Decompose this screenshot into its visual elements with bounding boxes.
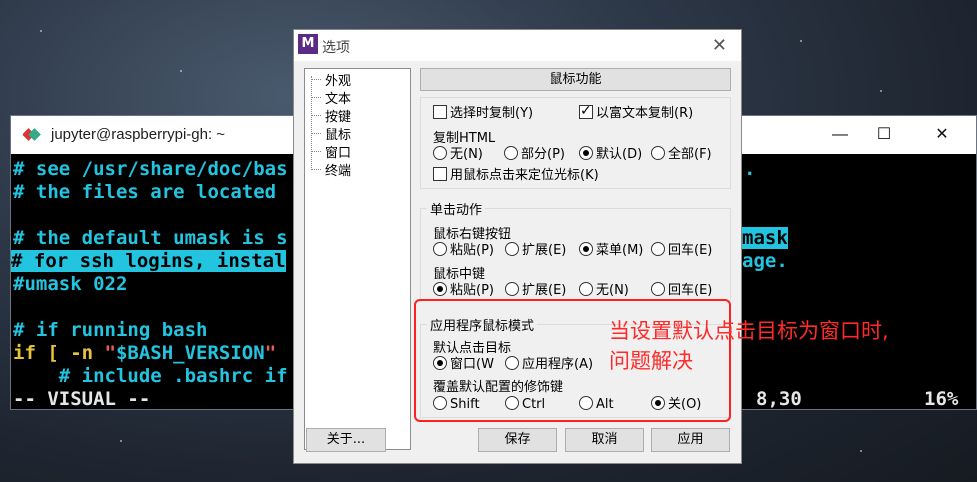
- dialog-titlebar[interactable]: M 选项 ✕: [294, 30, 741, 61]
- copy-html-none-radio[interactable]: 无(N): [433, 146, 483, 164]
- copy-html-full-radio[interactable]: 全部(F): [651, 146, 712, 164]
- minimize-button[interactable]: —: [829, 124, 851, 146]
- apply-button[interactable]: 应用: [651, 428, 730, 452]
- star: [800, 40, 802, 42]
- tree-item-mouse[interactable]: 鼠标: [310, 124, 351, 143]
- close-button[interactable]: ✕: [931, 124, 953, 146]
- terminal-line: # see /usr/share/doc/bas: [13, 158, 288, 180]
- about-button[interactable]: 关于...: [306, 428, 386, 452]
- right-paste-radio[interactable]: 粘贴(P): [433, 242, 494, 260]
- dialog-close-button[interactable]: ✕: [712, 35, 727, 56]
- cancel-button[interactable]: 取消: [565, 428, 644, 452]
- tree-item-appearance[interactable]: 外观: [310, 70, 351, 89]
- terminal-line: # include .bashrc if: [13, 365, 288, 387]
- vim-mode-indicator: -- VISUAL --: [13, 388, 151, 410]
- terminal-fragment: .: [744, 158, 756, 180]
- right-button-label: 鼠标右键按钮: [433, 227, 512, 242]
- star: [880, 90, 882, 92]
- star: [40, 30, 42, 32]
- annotation-text: 当设置默认点击目标为窗口时, 问题解决: [609, 316, 889, 376]
- copy-html-partial-radio[interactable]: 部分(P): [504, 146, 565, 164]
- terminal-line: # the files are located: [13, 181, 277, 203]
- scroll-percent: 16%: [924, 388, 959, 410]
- terminal-line: # if running bash: [13, 319, 208, 341]
- middle-button-label: 鼠标中键: [433, 267, 486, 282]
- middle-paste-radio[interactable]: 粘贴(P): [433, 282, 494, 300]
- maximize-button[interactable]: ☐: [873, 124, 895, 146]
- panel-title: 鼠标功能: [420, 68, 731, 91]
- click-position-cursor-checkbox[interactable]: 用鼠标点击来定位光标(K): [433, 167, 599, 185]
- rich-text-copy-checkbox[interactable]: 以富文本复制(R): [579, 103, 693, 123]
- star: [120, 440, 122, 442]
- dialog-title: 选项: [322, 40, 350, 56]
- category-tree: 外观 文本 按键 鼠标 窗口 终端: [304, 68, 411, 450]
- single-click-group-label: 单击动作: [427, 199, 486, 218]
- terminal-fragment: mask: [742, 227, 788, 249]
- cursor-position: 8,30: [756, 388, 802, 410]
- middle-extend-radio[interactable]: 扩展(E): [505, 282, 566, 300]
- terminal-fragment: age.: [742, 250, 788, 272]
- putty-icon: [23, 128, 41, 141]
- copy-on-select-checkbox[interactable]: 选择时复制(Y): [433, 105, 533, 123]
- terminal-line-selected: # for ssh logins, instal: [11, 250, 286, 272]
- terminal-line: # the default umask is s: [13, 227, 288, 249]
- copy-html-default-radio[interactable]: 默认(D): [579, 146, 642, 164]
- app-logo-icon: M: [298, 34, 318, 54]
- annotation-line-1: 当设置默认点击目标为窗口时,: [609, 319, 889, 343]
- tree-item-keys[interactable]: 按键: [310, 106, 351, 125]
- tree-item-window[interactable]: 窗口: [310, 142, 351, 161]
- tree-connector: [311, 76, 312, 168]
- star: [180, 70, 182, 72]
- copy-html-label: 复制HTML: [433, 131, 496, 146]
- right-extend-radio[interactable]: 扩展(E): [505, 242, 566, 260]
- annotation-line-2: 问题解决: [609, 349, 693, 373]
- tree-item-terminal[interactable]: 终端: [310, 160, 351, 179]
- right-menu-radio[interactable]: 菜单(M): [579, 242, 643, 260]
- middle-enter-radio[interactable]: 回车(E): [651, 282, 712, 300]
- right-enter-radio[interactable]: 回车(E): [651, 242, 712, 260]
- terminal-title: jupyter@raspberrypi-gh: ~: [51, 126, 226, 143]
- star: [860, 450, 862, 452]
- save-button[interactable]: 保存: [478, 428, 557, 452]
- middle-none-radio[interactable]: 无(N): [579, 282, 629, 300]
- terminal-line: #umask 022: [13, 273, 128, 295]
- tree-item-text[interactable]: 文本: [310, 88, 351, 107]
- terminal-line: if [ -n "$BASH_VERSION": [13, 342, 277, 364]
